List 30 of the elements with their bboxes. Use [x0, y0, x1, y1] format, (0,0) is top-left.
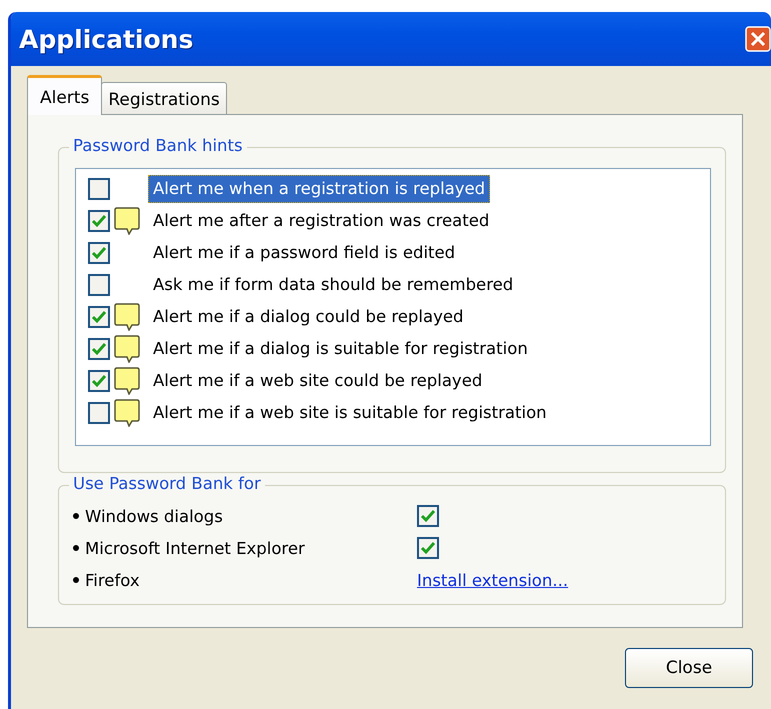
checkbox[interactable]	[417, 537, 439, 559]
close-icon[interactable]	[745, 26, 771, 52]
option-label[interactable]: Alert me after a registration was created	[148, 207, 494, 235]
checkbox[interactable]	[88, 338, 110, 360]
option-label[interactable]: Alert me if a web site could be replayed	[148, 367, 488, 395]
checkbox[interactable]	[88, 370, 110, 392]
bullet-icon	[73, 513, 79, 519]
tab[interactable]: Registrations	[101, 82, 227, 114]
close-button[interactable]: Close	[625, 648, 753, 688]
checkbox[interactable]	[88, 306, 110, 328]
bullet-icon	[73, 577, 79, 583]
checkbox[interactable]	[88, 210, 110, 232]
option-label[interactable]: Alert me when a registration is replayed	[148, 175, 490, 203]
checkbox[interactable]	[417, 505, 439, 527]
checkbox[interactable]	[88, 242, 110, 264]
checkbox[interactable]	[88, 402, 110, 424]
checkbox[interactable]	[88, 178, 110, 200]
option-label[interactable]: Alert me if a dialog could be replayed	[148, 303, 468, 331]
bullet-icon	[73, 545, 79, 551]
item-label: Windows dialogs	[85, 506, 223, 526]
option-label[interactable]: Ask me if form data should be remembered	[148, 271, 518, 299]
window-title: Applications	[19, 24, 194, 54]
tab[interactable]: Alerts	[27, 75, 102, 115]
item-label: Firefox	[85, 570, 140, 590]
option-label[interactable]: Alert me if a web site is suitable for registration	[148, 399, 552, 427]
option-label[interactable]: Alert me if a dialog is suitable for registration	[148, 335, 533, 363]
install-link[interactable]: Install extension...	[417, 570, 568, 590]
option-label[interactable]: Alert me if a password field is edited	[148, 239, 460, 267]
item-label: Microsoft Internet Explorer	[85, 538, 305, 558]
checkbox[interactable]	[88, 274, 110, 296]
